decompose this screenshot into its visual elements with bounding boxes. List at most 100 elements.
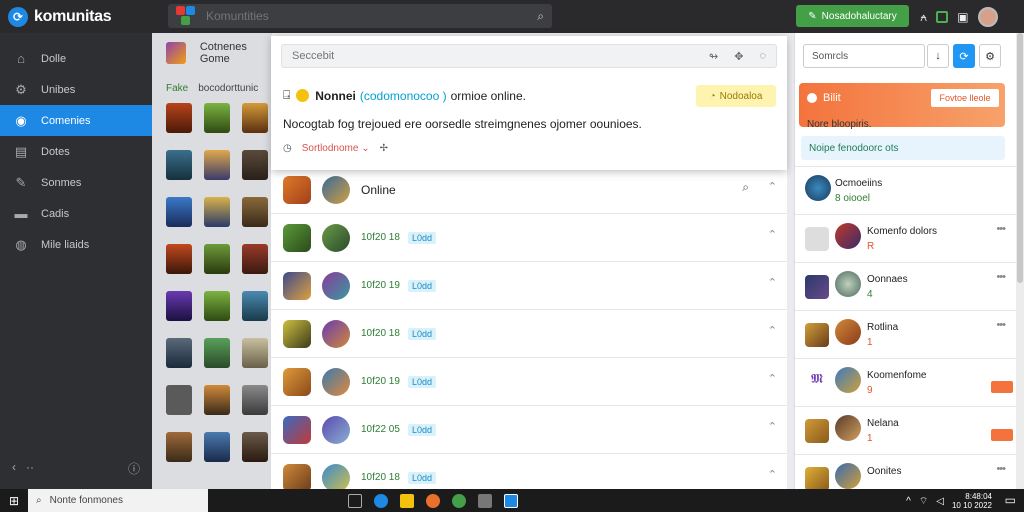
windows-start-icon[interactable]: ⊞ bbox=[0, 494, 28, 508]
notification-icon[interactable]: ▭ bbox=[1005, 493, 1016, 507]
sort-link[interactable]: Sortlodnome ⌄ bbox=[302, 143, 370, 154]
window-icon[interactable]: ▣ bbox=[957, 10, 968, 24]
taskbar-search[interactable]: ⌕ Nonte fonmones bbox=[28, 489, 208, 512]
game-tile[interactable] bbox=[242, 244, 268, 274]
scrollbar-thumb[interactable] bbox=[1017, 33, 1023, 283]
game-tile[interactable] bbox=[204, 150, 230, 180]
chevron-up-icon[interactable]: ⌃ bbox=[768, 228, 777, 241]
sidebar-item-unibes[interactable]: ⚙ Unibes bbox=[0, 74, 152, 105]
panel-search-bar[interactable]: ↬ ✥ ◌ bbox=[281, 44, 777, 68]
panel-search-input[interactable] bbox=[292, 50, 710, 62]
community-row[interactable]: Komenfo dolors R ••• bbox=[795, 214, 1016, 262]
panel-title-highlight[interactable]: (codomonocoo ) bbox=[360, 89, 447, 103]
game-tile[interactable] bbox=[204, 103, 230, 133]
edge-icon[interactable] bbox=[374, 493, 388, 508]
primary-cta-button[interactable]: ✎ Nosadohaluctary bbox=[796, 5, 909, 27]
community-row[interactable]: Nelana 1 bbox=[795, 406, 1016, 454]
list-item[interactable]: 10f20 18 L0dd ⌃ bbox=[271, 310, 787, 358]
active-app-icon[interactable] bbox=[504, 493, 518, 508]
sidebar-item-dotes[interactable]: ▤ Dotes bbox=[0, 136, 152, 167]
list-item[interactable]: 10f22 05 L0dd ⌃ bbox=[271, 406, 787, 454]
more-options-icon[interactable]: ••• bbox=[996, 223, 1006, 235]
more-options-icon[interactable]: ••• bbox=[996, 319, 1006, 331]
avatar[interactable] bbox=[977, 7, 998, 27]
list-item[interactable]: 10f20 18 L0dd ⌃ bbox=[271, 214, 787, 262]
panel-badge[interactable]: ◔ Nodoaloa bbox=[696, 85, 776, 107]
game-tile[interactable] bbox=[242, 385, 268, 415]
community-row[interactable]: Rotlina 1 ••• bbox=[795, 310, 1016, 358]
sidebar-item-sonmes[interactable]: ✎ Sonmes bbox=[0, 167, 152, 198]
settings-button[interactable]: ⚙ bbox=[979, 44, 1001, 68]
game-thumbnail[interactable] bbox=[283, 175, 311, 204]
list-item[interactable]: 10f20 18 L0dd ⌃ bbox=[271, 454, 787, 489]
network-icon[interactable]: ⌔ bbox=[919, 495, 928, 508]
notification-chip[interactable] bbox=[991, 381, 1013, 393]
game-tile[interactable] bbox=[242, 150, 268, 180]
more-options-icon[interactable]: ••• bbox=[996, 271, 1006, 283]
sidebar-item-dolle[interactable]: ⌂ Dolle bbox=[0, 43, 152, 74]
more-icon[interactable]: ·· bbox=[26, 460, 34, 477]
game-tile[interactable] bbox=[242, 103, 268, 133]
game-tile[interactable] bbox=[166, 197, 192, 227]
sidebar-item-mile-liaids[interactable]: ◍ Mile liaids bbox=[0, 229, 152, 260]
bell-icon[interactable]: ⍲ bbox=[920, 10, 927, 25]
game-tile[interactable] bbox=[166, 291, 192, 321]
game-tile[interactable] bbox=[204, 432, 230, 462]
game-tile[interactable] bbox=[166, 150, 192, 180]
more-options-icon[interactable]: ••• bbox=[996, 463, 1006, 475]
pin-icon[interactable]: ✢ bbox=[380, 143, 388, 154]
chevron-up-icon[interactable]: ⌃ bbox=[768, 372, 777, 385]
clock[interactable]: 8:48:04 10 10 2022 bbox=[952, 492, 992, 510]
right-scrollbar[interactable] bbox=[1016, 33, 1024, 489]
game-tile[interactable] bbox=[242, 432, 268, 462]
game-tile[interactable] bbox=[204, 291, 230, 321]
firefox-icon[interactable] bbox=[426, 493, 440, 508]
explorer-icon[interactable] bbox=[400, 493, 414, 508]
right-search-input[interactable]: Somrcls bbox=[803, 44, 925, 68]
community-row[interactable]: 𝕸 Koomenfome 9 bbox=[795, 358, 1016, 406]
search-input[interactable] bbox=[206, 9, 538, 23]
list-item[interactable]: 10f20 19 L0dd ⌃ bbox=[271, 358, 787, 406]
game-thumbnail[interactable] bbox=[166, 42, 186, 64]
sidebar-item-cadis[interactable]: ▬ Cadis bbox=[0, 198, 152, 229]
community-row[interactable]: Oonites ••• bbox=[795, 454, 1016, 489]
collapse-icon[interactable]: ‹ bbox=[12, 460, 16, 477]
game-tile[interactable] bbox=[242, 338, 268, 368]
chat-bubble-icon[interactable]: ◌ bbox=[759, 50, 766, 63]
search-icon[interactable]: ⌕ bbox=[537, 9, 544, 24]
game-tile[interactable] bbox=[166, 244, 192, 274]
notification-chip[interactable] bbox=[991, 429, 1013, 441]
chat-icon[interactable] bbox=[936, 11, 949, 23]
game-tile[interactable] bbox=[166, 385, 192, 415]
info-icon[interactable]: ⓘ bbox=[128, 460, 140, 477]
game-tile[interactable] bbox=[166, 338, 192, 368]
game-tile[interactable] bbox=[242, 291, 268, 321]
list-item[interactable]: 10f20 19 L0dd ⌃ bbox=[271, 262, 787, 310]
volume-icon[interactable]: ◁ bbox=[936, 496, 944, 507]
game-tile[interactable] bbox=[166, 432, 192, 462]
chevron-up-icon[interactable]: ⌃ bbox=[768, 420, 777, 433]
game-tile[interactable] bbox=[204, 197, 230, 227]
chevron-up-icon[interactable]: ^ bbox=[906, 496, 911, 507]
global-search[interactable]: ⌕ bbox=[168, 4, 552, 28]
game-tile[interactable] bbox=[166, 103, 192, 133]
avatar[interactable] bbox=[322, 175, 350, 204]
app-logo[interactable]: ⟳ komunitas bbox=[0, 6, 152, 27]
chevron-up-icon[interactable]: ⌃ bbox=[768, 276, 777, 289]
game-tile[interactable] bbox=[204, 385, 230, 415]
chrome-icon[interactable] bbox=[452, 493, 466, 508]
game-tile[interactable] bbox=[204, 244, 230, 274]
refresh-button[interactable]: ⟳ bbox=[953, 44, 975, 68]
sidebar-item-comenies[interactable]: ◉ Comenies bbox=[0, 105, 152, 136]
share-icon[interactable]: ↬ bbox=[709, 50, 718, 63]
community-row[interactable]: Oonnaes 4 ••• bbox=[795, 262, 1016, 310]
promo-button[interactable]: Fovtoe lleole bbox=[931, 89, 999, 107]
info-banner[interactable]: Noipe fenodoorc ots bbox=[801, 136, 1005, 160]
chevron-up-icon[interactable]: ⌃ bbox=[768, 324, 777, 337]
app-icon[interactable] bbox=[478, 493, 492, 508]
community-row[interactable]: Ocmoeiins 8 oiooel bbox=[795, 166, 1016, 214]
download-button[interactable]: ↓ bbox=[927, 44, 949, 68]
puzzle-icon[interactable]: ✥ bbox=[734, 50, 743, 63]
chevron-up-icon[interactable]: ⌃ bbox=[768, 468, 777, 481]
task-view-icon[interactable] bbox=[348, 493, 362, 508]
